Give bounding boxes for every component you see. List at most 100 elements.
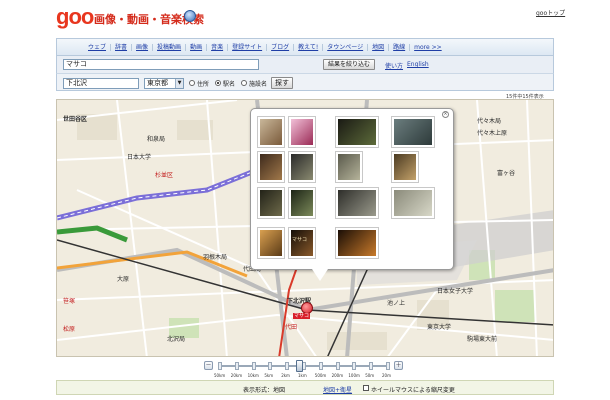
zoom-slider-handle[interactable] — [295, 360, 303, 372]
photo-thumbnail[interactable] — [288, 151, 316, 183]
goo-top-link[interactable]: gooトップ — [536, 8, 565, 17]
map-label: 羽根木局 — [203, 254, 228, 261]
photo-thumbnail[interactable] — [335, 116, 379, 148]
prefecture-value: 東京都 — [147, 79, 168, 87]
map-search-button[interactable]: 探す — [271, 77, 293, 89]
zoom-scale-label: 20m — [382, 373, 391, 378]
thumbnail-image — [260, 190, 282, 216]
radio-address[interactable] — [189, 80, 195, 86]
close-icon[interactable]: × — [442, 111, 449, 118]
photo-popup: × マサコ — [250, 108, 454, 270]
zoom-tick[interactable] — [251, 362, 256, 370]
page-header: goo 画像・動画・音楽検索 gooトップ — [0, 0, 610, 36]
map-label: 駒場東大前 — [467, 336, 498, 343]
map-label: 池ノ上 — [387, 300, 406, 307]
photo-thumbnail[interactable] — [391, 116, 435, 148]
zoom-scale-label: 5km — [264, 373, 274, 378]
zoom-out-button[interactable]: － — [204, 361, 213, 370]
nav-item[interactable]: 動画 — [186, 44, 208, 51]
keyword-input[interactable]: マサコ — [63, 59, 259, 70]
zoom-tick[interactable] — [218, 362, 222, 370]
zoom-tick[interactable] — [285, 362, 290, 370]
prefecture-select[interactable]: 東京都 ▼ — [144, 78, 184, 89]
search-bar: マサコ 結果を絞り込む 使い方 English — [56, 56, 554, 73]
radio-facility-label: 施設名 — [249, 81, 268, 88]
refine-results-button[interactable]: 結果を絞り込む — [323, 59, 375, 70]
map-label: 代田 — [285, 324, 298, 331]
nav-item[interactable]: 路線 — [389, 44, 411, 51]
nav-list: ウェブ 辞書 画像 投稿動画 動画 音楽 登録サイト ブログ 教えて! タウンページ 地図 路線 mor… — [84, 44, 446, 51]
radio-station[interactable] — [215, 80, 221, 86]
nav-item[interactable]: ブログ — [267, 44, 295, 51]
chevron-down-icon: ▼ — [175, 79, 183, 88]
nav-item[interactable]: 投稿動画 — [153, 44, 187, 51]
radio-facility[interactable] — [241, 80, 247, 86]
place-input[interactable]: 下北沢 — [63, 78, 139, 89]
radio-station-label: 駅名 — [223, 81, 236, 88]
thumbnail-image — [338, 119, 376, 145]
english-link[interactable]: English — [407, 61, 429, 68]
map-satellite-link[interactable]: 地図+衛星 — [323, 385, 352, 394]
zoom-tick[interactable] — [318, 362, 323, 370]
nav-item[interactable]: ウェブ — [84, 44, 112, 51]
photo-thumbnail[interactable] — [257, 187, 285, 219]
nav-item[interactable]: more >> — [410, 44, 446, 51]
zoom-scale-label: 2km — [281, 373, 290, 378]
photo-thumbnail[interactable] — [257, 227, 285, 259]
zoom-tick[interactable] — [335, 362, 340, 370]
thumbnail-image — [338, 154, 360, 180]
nav-item[interactable]: 登録サイト — [228, 44, 268, 51]
zoom-tick[interactable] — [268, 362, 273, 370]
map-label: 富ヶ谷 — [497, 170, 516, 177]
wheel-zoom-label: ホイールマウスによる縮尺変更 — [371, 387, 455, 394]
photo-thumbnail[interactable] — [391, 151, 419, 183]
photo-thumbnail[interactable] — [391, 187, 435, 219]
zoom-tick[interactable] — [234, 362, 239, 370]
map-canvas[interactable]: 世田谷区代々木局和泉局杉並区日本大学代田局羽根木局下北沢駅日本女子大学代々木上原… — [56, 99, 554, 357]
zoom-tick[interactable] — [369, 362, 374, 370]
thumbnail-image — [291, 230, 313, 256]
map-label: 日本女子大学 — [437, 288, 474, 295]
map-label: 代々木局 — [477, 118, 502, 125]
radio-address-label: 住所 — [197, 81, 210, 88]
photo-thumbnail[interactable] — [288, 187, 316, 219]
wheel-zoom-checkbox[interactable] — [363, 385, 369, 391]
thumbnail-caption: マサコ — [292, 237, 308, 243]
map-label: 代々木上原 — [477, 130, 508, 137]
help-link[interactable]: 使い方 — [385, 61, 403, 70]
thumbnail-image — [291, 119, 313, 145]
thumbnail-image — [394, 190, 432, 216]
nav-item[interactable]: 音楽 — [207, 44, 229, 51]
photo-thumbnail[interactable] — [335, 151, 363, 183]
zoom-in-button[interactable]: ＋ — [394, 361, 403, 370]
zoom-scale-label: 50km — [214, 373, 226, 378]
photo-thumbnail[interactable]: マサコ — [288, 227, 316, 259]
zoom-scale-label: 20km — [230, 373, 243, 378]
pin-label: マサコ — [293, 313, 311, 319]
map-label: 笹塚 — [63, 298, 76, 305]
nav-item[interactable]: タウンページ — [323, 44, 369, 51]
goo-logo[interactable]: goo — [56, 6, 94, 28]
service-nav: ウェブ 辞書 画像 投稿動画 動画 音楽 登録サイト ブログ 教えて! タウンページ 地図 路線 mor… — [56, 38, 554, 56]
zoom-scale-label: 50m — [365, 373, 375, 378]
zoom-tick[interactable] — [386, 362, 390, 370]
nav-item[interactable]: 画像 — [132, 44, 154, 51]
map-label: 日本大学 — [127, 154, 152, 161]
thumbnail-image — [260, 230, 282, 256]
photo-thumbnail[interactable] — [335, 187, 379, 219]
nav-item[interactable]: 辞書 — [111, 44, 133, 51]
map-label: 北沢局 — [167, 336, 186, 343]
nav-item[interactable]: 地図 — [368, 44, 390, 51]
zoom-scale-label: 10km — [247, 373, 259, 378]
nav-item[interactable]: 教えて! — [294, 44, 324, 51]
photo-thumbnail[interactable] — [288, 116, 316, 148]
photo-thumbnail[interactable] — [257, 151, 285, 183]
zoom-scale-label: 1km — [298, 373, 307, 378]
popup-pointer — [312, 269, 328, 281]
thumbnail-image — [291, 154, 313, 180]
photo-thumbnail[interactable] — [257, 116, 285, 148]
zoom-control: － ＋ 50km 20km 10km 5km 2km 1km 500m 200m 100m 50m… — [198, 360, 408, 380]
photo-thumbnail[interactable] — [335, 227, 379, 259]
zoom-tick[interactable] — [352, 362, 357, 370]
thumbnail-image — [394, 154, 416, 180]
